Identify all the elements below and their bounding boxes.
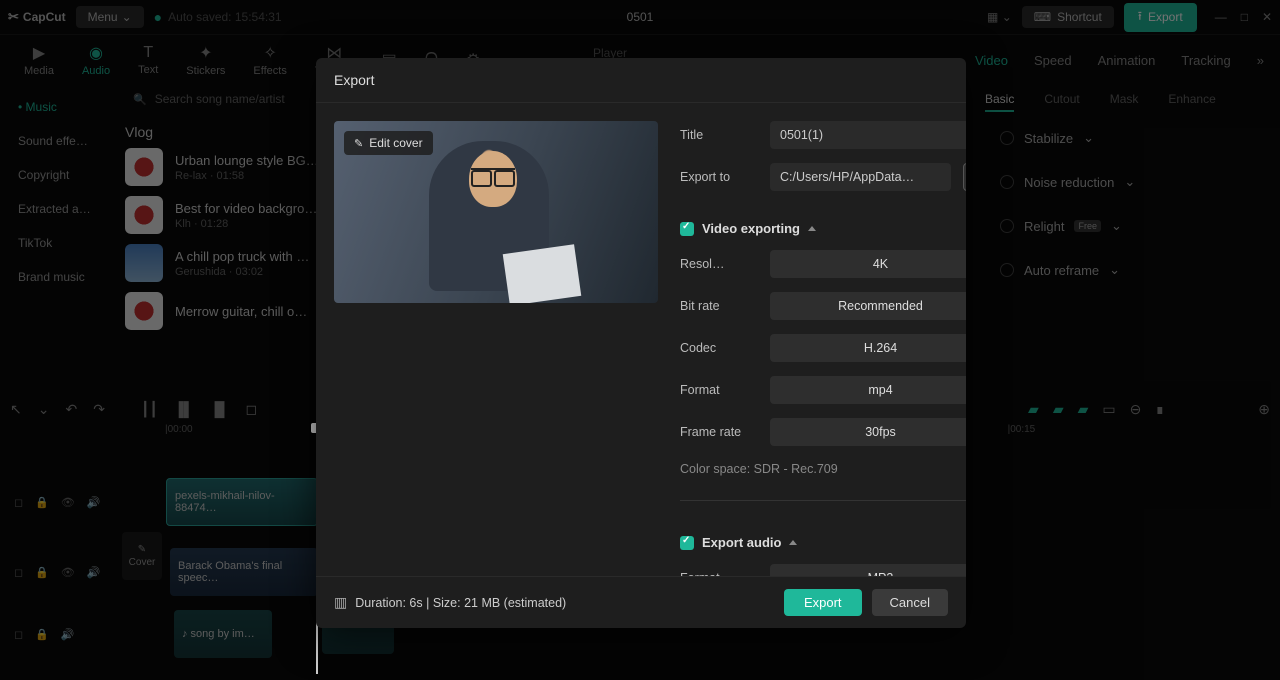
modal-cancel-button[interactable]: Cancel <box>872 589 948 616</box>
collapse-icon[interactable] <box>789 540 797 545</box>
collapse-icon[interactable] <box>808 226 816 231</box>
preview-thumbnail: Edit cover <box>334 121 658 303</box>
format-select[interactable]: mp4 <box>770 376 966 404</box>
audio-checkbox[interactable] <box>680 536 694 550</box>
export-modal: Export Edit cover Title Export to 🗀 Vide… <box>316 58 966 628</box>
folder-icon[interactable]: 🗀 <box>963 163 966 191</box>
video-exporting-header[interactable]: Video exporting <box>680 221 966 236</box>
bitrate-select[interactable]: Recommended <box>770 292 966 320</box>
edit-cover-button[interactable]: Edit cover <box>344 131 433 155</box>
title-input[interactable] <box>770 121 966 149</box>
audio-format-label: Format <box>680 571 758 576</box>
fps-select[interactable]: 30fps <box>770 418 966 446</box>
exportto-input[interactable] <box>770 163 951 191</box>
export-audio-header[interactable]: Export audio <box>680 535 966 550</box>
duration-text: Duration: 6s | Size: 21 MB (estimated) <box>355 596 566 610</box>
audio-format-select[interactable]: MP3 <box>770 564 966 576</box>
codec-label: Codec <box>680 341 758 355</box>
resolution-select[interactable]: 4K <box>770 250 966 278</box>
format-label: Format <box>680 383 758 397</box>
video-checkbox[interactable] <box>680 222 694 236</box>
duration-icon: ▥ <box>334 594 347 611</box>
fps-label: Frame rate <box>680 425 758 439</box>
modal-title: Export <box>316 58 966 103</box>
modal-export-button[interactable]: Export <box>784 589 862 616</box>
color-space-note: Color space: SDR - Rec.709 <box>680 462 966 476</box>
codec-select[interactable]: H.264 <box>770 334 966 362</box>
exportto-label: Export to <box>680 170 758 184</box>
resol-label: Resol… <box>680 257 758 271</box>
bitrate-label: Bit rate <box>680 299 758 313</box>
title-label: Title <box>680 128 758 142</box>
